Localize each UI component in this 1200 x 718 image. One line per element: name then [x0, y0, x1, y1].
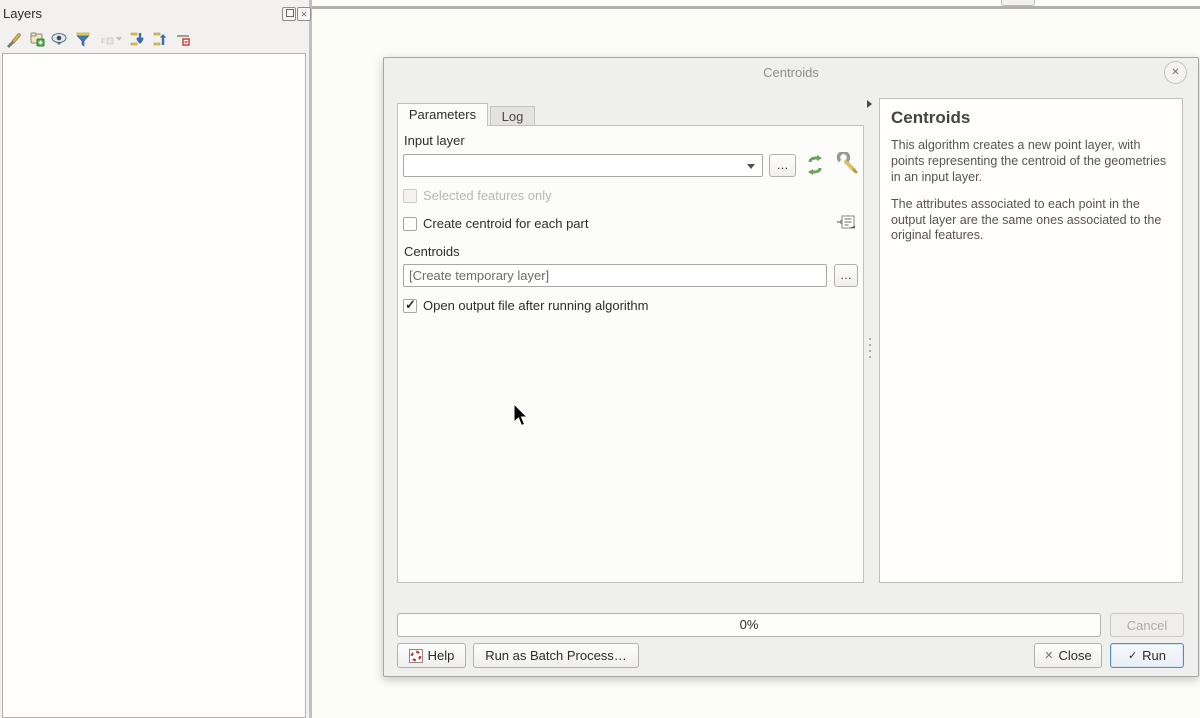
help-lifebuoy-icon [409, 649, 423, 663]
create-centroid-checkbox-row[interactable]: Create centroid for each part [403, 216, 588, 231]
partial-toolbar-button[interactable] [1001, 0, 1035, 6]
filter-legend-by-expression-icon[interactable]: ε [96, 29, 124, 49]
selected-features-label: Selected features only [423, 188, 552, 203]
output-browse-button[interactable]: … [834, 264, 858, 287]
advanced-options-wrench-icon[interactable] [836, 152, 860, 181]
run-button[interactable]: ✓ Run [1110, 643, 1184, 668]
open-layer-styling-icon[interactable] [4, 29, 24, 49]
create-centroid-checkbox[interactable] [403, 217, 417, 231]
parameters-panel: Input layer … Selected features only Cre… [397, 125, 864, 583]
run-as-batch-button[interactable]: Run as Batch Process… [473, 643, 639, 668]
algorithm-help-panel: Centroids This algorithm creates a new p… [879, 98, 1183, 583]
layers-panel-titlebar: Layers ✕ [0, 4, 309, 26]
layers-toolbar: ε [4, 29, 193, 49]
tab-log[interactable]: Log [490, 106, 535, 126]
selected-features-checkbox-row[interactable]: Selected features only [403, 188, 552, 203]
help-heading: Centroids [891, 108, 1171, 128]
progress-bar: 0% [397, 613, 1101, 637]
input-layer-combobox[interactable] [403, 154, 763, 177]
tab-parameters[interactable]: Parameters [397, 103, 488, 126]
cancel-button[interactable]: Cancel [1110, 613, 1184, 637]
run-check-icon: ✓ [1128, 649, 1137, 662]
open-output-checkbox[interactable] [403, 299, 417, 313]
input-layer-browse-button[interactable]: … [769, 154, 796, 177]
layers-panel-title: Layers [3, 6, 42, 21]
chevron-down-icon [747, 164, 755, 169]
add-group-icon[interactable] [27, 29, 47, 49]
help-paragraph: The attributes associated to each point … [891, 197, 1171, 245]
mouse-cursor [513, 403, 531, 434]
output-field[interactable]: [Create temporary layer] [403, 264, 827, 287]
filter-legend-icon[interactable] [73, 29, 93, 49]
open-output-label: Open output file after running algorithm [423, 298, 648, 313]
remove-layer-icon[interactable] [173, 29, 193, 49]
selected-features-checkbox[interactable] [403, 189, 417, 203]
create-centroid-label: Create centroid for each part [423, 216, 588, 231]
layers-list[interactable] [2, 53, 306, 718]
close-x-icon: ✕ [1044, 649, 1053, 662]
output-label: Centroids [404, 244, 460, 259]
float-panel-icon[interactable] [282, 7, 296, 21]
help-paragraph: This algorithm creates a new point layer… [891, 138, 1171, 186]
close-panel-icon[interactable]: ✕ [297, 7, 311, 21]
close-icon: ✕ [1171, 67, 1179, 78]
collapse-all-icon[interactable] [150, 29, 170, 49]
svg-text:ε: ε [101, 34, 106, 46]
manage-map-themes-icon[interactable] [50, 29, 70, 49]
close-button-label: Close [1058, 648, 1091, 663]
input-layer-label: Input layer [404, 133, 465, 148]
layers-panel: Layers ✕ ε [0, 0, 309, 718]
data-defined-override-icon[interactable] [835, 214, 857, 237]
expand-all-icon[interactable] [127, 29, 147, 49]
run-button-label: Run [1142, 648, 1166, 663]
centroids-dialog: Centroids ✕ Parameters Log Input layer …… [383, 57, 1199, 677]
help-button-label: Help [428, 648, 455, 663]
dialog-close-button[interactable]: ✕ [1164, 61, 1187, 84]
close-button[interactable]: ✕ Close [1034, 643, 1102, 668]
splitter-handle[interactable] [869, 338, 871, 358]
collapse-help-panel-icon[interactable] [867, 100, 872, 108]
iterate-over-layer-icon[interactable] [804, 154, 826, 181]
help-button[interactable]: Help [397, 643, 466, 668]
open-output-checkbox-row[interactable]: Open output file after running algorithm [403, 298, 648, 313]
dialog-title: Centroids [384, 65, 1198, 80]
